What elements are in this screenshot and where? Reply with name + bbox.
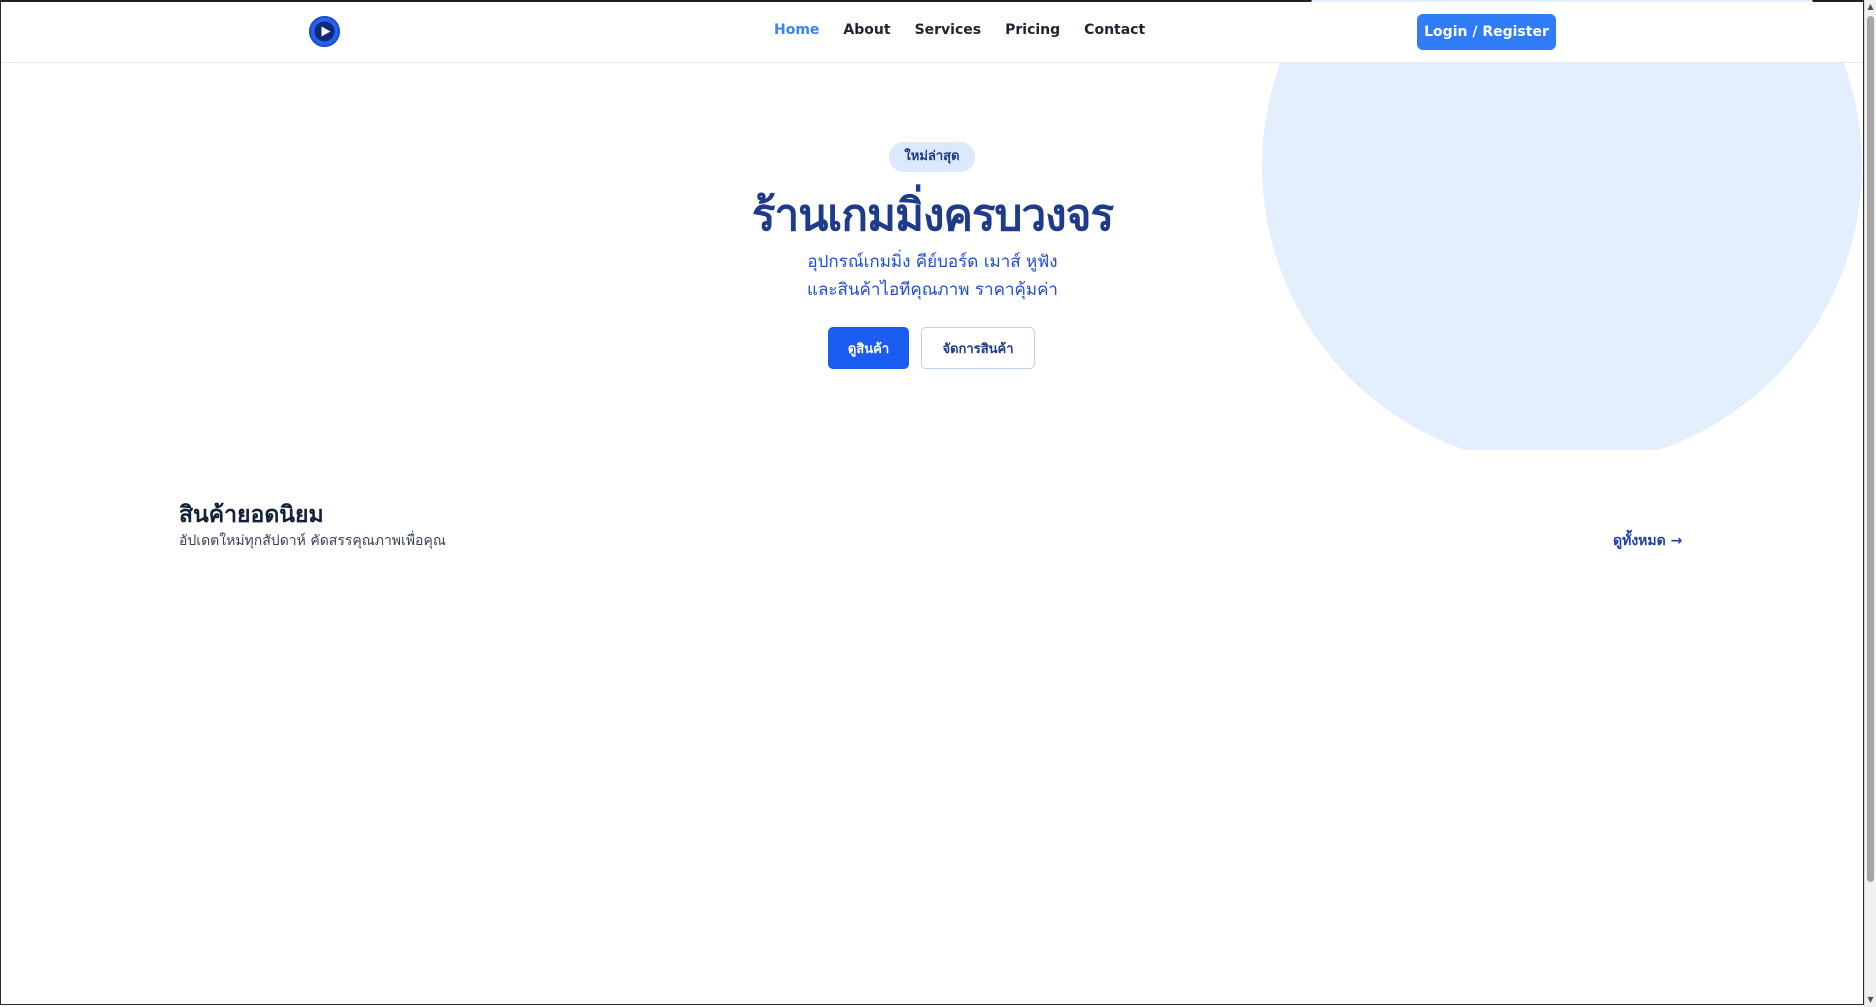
nav-pricing[interactable]: Pricing <box>1005 22 1060 38</box>
nav-about[interactable]: About <box>843 22 890 38</box>
section-subtitle: อัปเดตใหม่ทุกสัปดาห์ คัดสรรคุณภาพเพื่อคุ… <box>179 533 446 549</box>
main-nav: Home About Services Pricing Contact <box>774 22 1145 38</box>
nav-home[interactable]: Home <box>774 22 819 38</box>
hero-title: ร้านเกมมิ่งครบวงจร <box>751 190 1114 241</box>
vertical-scrollbar[interactable]: ▲ ▼ <box>1864 0 1876 1007</box>
site-header: Home About Services Pricing Contact Logi… <box>1 2 1863 63</box>
hero-subtitle: อุปกรณ์เกมมิ่ง คีย์บอร์ด เมาส์ หูฟัง และ… <box>690 248 1175 304</box>
hero-subtitle-line-1: อุปกรณ์เกมมิ่ง คีย์บอร์ด เมาส์ หูฟัง <box>807 252 1058 272</box>
hero-decorative-circle <box>1262 0 1864 450</box>
section-title: สินค้ายอดนิยม <box>179 502 324 528</box>
view-products-button[interactable]: ดูสินค้า <box>828 327 909 369</box>
play-circle-icon[interactable] <box>309 16 340 47</box>
nav-services[interactable]: Services <box>915 22 982 38</box>
scroll-down-arrow-icon[interactable]: ▼ <box>1865 993 1876 1007</box>
hero-subtitle-line-2: และสินค้าไอทีคุณภาพ ราคาคุ้มค่า <box>807 280 1058 300</box>
scrollbar-thumb[interactable] <box>1867 16 1874 882</box>
scroll-up-arrow-icon[interactable]: ▲ <box>1865 0 1876 14</box>
see-all-link[interactable]: ดูทั้งหมด → <box>1613 530 1682 552</box>
manage-products-button[interactable]: จัดการสินค้า <box>921 327 1035 369</box>
new-badge: ใหม่ล่าสุด <box>889 142 975 172</box>
login-register-button[interactable]: Login / Register <box>1417 14 1556 50</box>
nav-contact[interactable]: Contact <box>1084 22 1145 38</box>
